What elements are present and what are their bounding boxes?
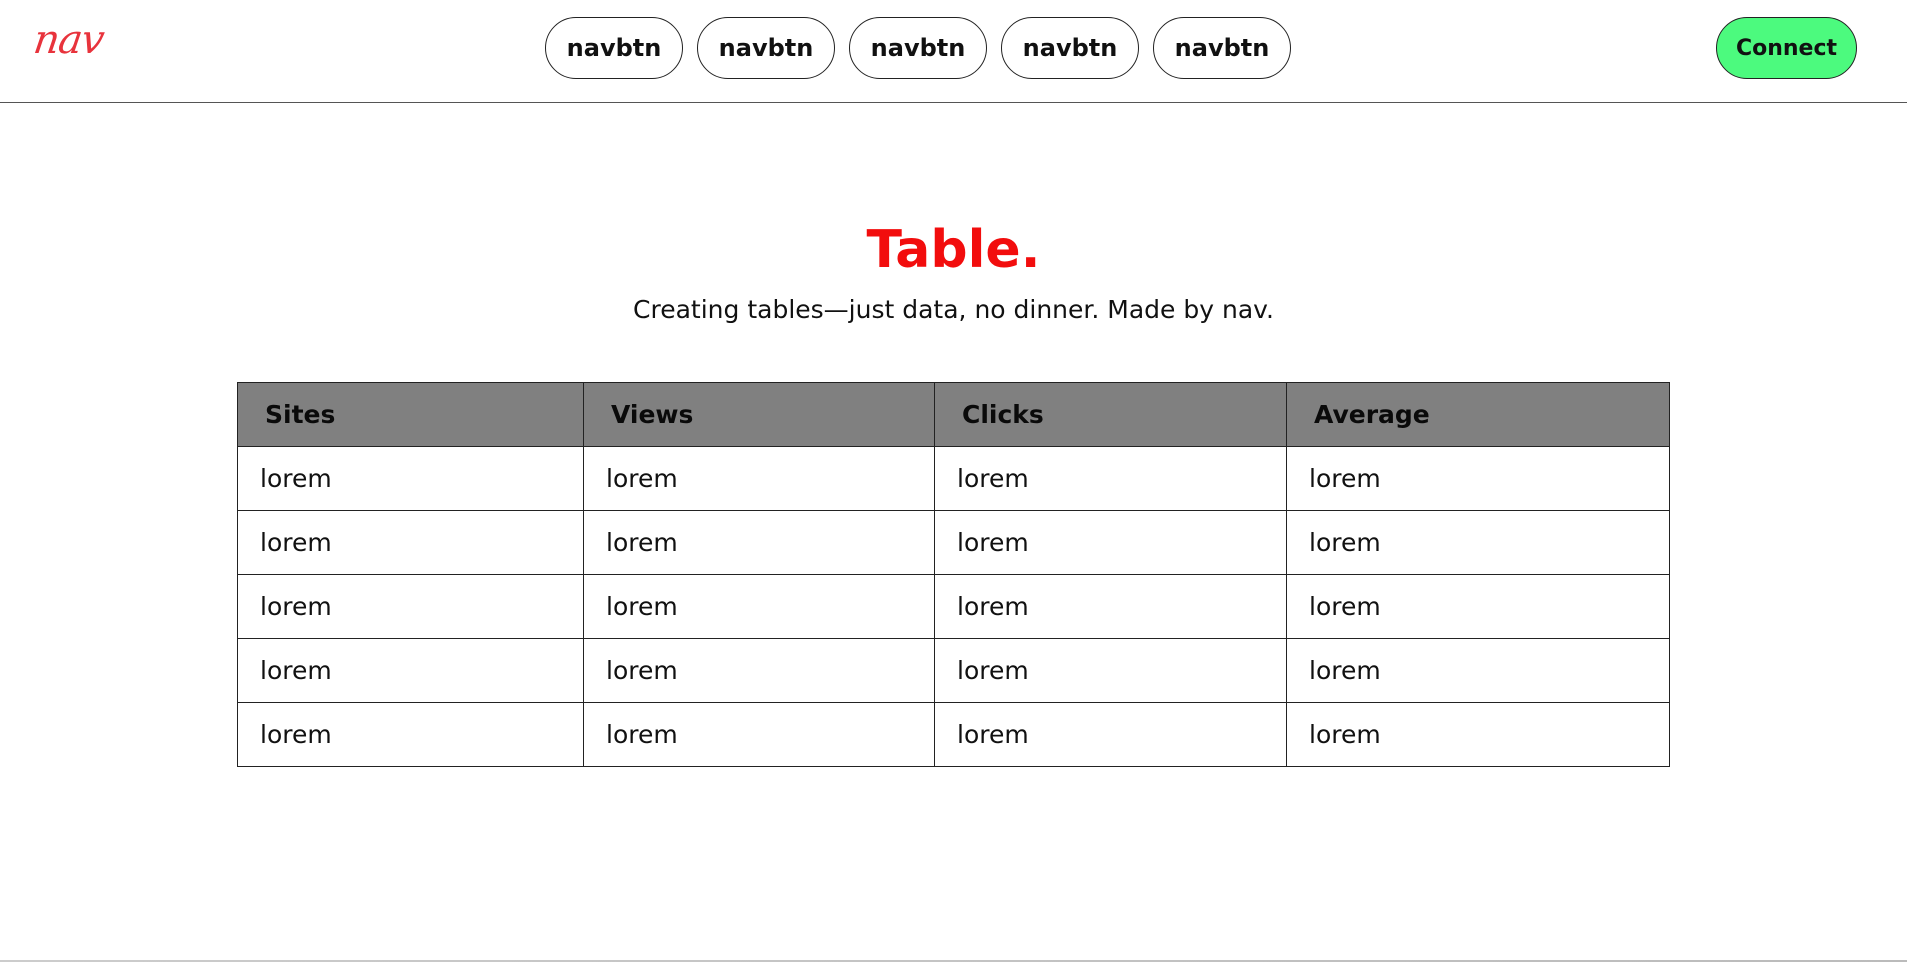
page-bottom-divider — [0, 960, 1907, 962]
column-header-sites: Sites — [237, 382, 584, 447]
data-table: Sites Views Clicks Average lorem lorem l… — [237, 382, 1670, 767]
table-row: lorem lorem lorem lorem — [237, 702, 1670, 767]
column-header-clicks: Clicks — [934, 382, 1287, 447]
table-cell: lorem — [583, 446, 935, 511]
table-cell: lorem — [583, 702, 935, 767]
table-cell: lorem — [583, 574, 935, 639]
table-cell: lorem — [934, 638, 1287, 703]
table-row: lorem lorem lorem lorem — [237, 510, 1670, 575]
table-cell: lorem — [934, 702, 1287, 767]
table-cell: lorem — [237, 446, 584, 511]
connect-button[interactable]: Connect — [1716, 17, 1857, 79]
main-nav: navbtn navbtn navbtn navbtn navbtn — [545, 17, 1291, 79]
nav-button-1[interactable]: navbtn — [545, 17, 683, 79]
page-subtitle: Creating tables—just data, no dinner. Ma… — [633, 295, 1274, 324]
brand-logo[interactable]: nav — [31, 17, 107, 63]
table-cell: lorem — [237, 702, 584, 767]
table-cell: lorem — [934, 574, 1287, 639]
table-cell: lorem — [583, 638, 935, 703]
table-cell: lorem — [934, 446, 1287, 511]
nav-button-3[interactable]: navbtn — [849, 17, 987, 79]
table-cell: lorem — [1286, 510, 1670, 575]
table-cell: lorem — [1286, 574, 1670, 639]
nav-button-4[interactable]: navbtn — [1001, 17, 1139, 79]
table-header-row: Sites Views Clicks Average — [237, 382, 1670, 447]
table-cell: lorem — [237, 510, 584, 575]
table-cell: lorem — [1286, 446, 1670, 511]
table-row: lorem lorem lorem lorem — [237, 446, 1670, 511]
table-cell: lorem — [1286, 638, 1670, 703]
table-header: Sites Views Clicks Average — [237, 382, 1670, 447]
table-cell: lorem — [1286, 702, 1670, 767]
nav-button-5[interactable]: navbtn — [1153, 17, 1291, 79]
table-cell: lorem — [237, 638, 584, 703]
column-header-average: Average — [1286, 382, 1670, 447]
table-row: lorem lorem lorem lorem — [237, 638, 1670, 703]
table-cell: lorem — [934, 510, 1287, 575]
page-title: Table. — [866, 220, 1041, 280]
column-header-views: Views — [583, 382, 935, 447]
top-navbar: nav navbtn navbtn navbtn navbtn navbtn C… — [0, 0, 1907, 103]
table-body: lorem lorem lorem lorem lorem lorem lore… — [237, 446, 1670, 767]
table-row: lorem lorem lorem lorem — [237, 574, 1670, 639]
nav-button-2[interactable]: navbtn — [697, 17, 835, 79]
table-cell: lorem — [237, 574, 584, 639]
table-cell: lorem — [583, 510, 935, 575]
